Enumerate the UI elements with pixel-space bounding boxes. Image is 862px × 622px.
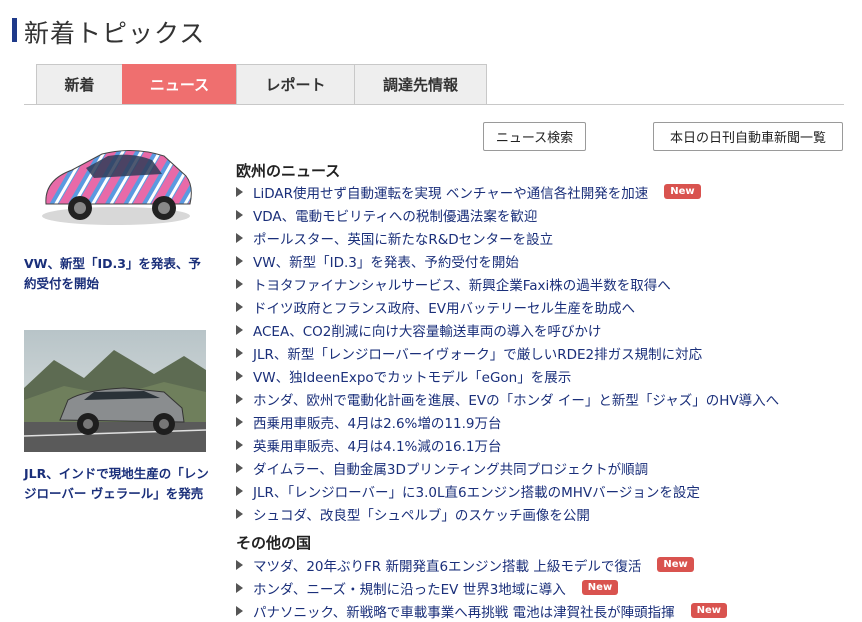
news-link[interactable]: シュコダ、改良型「シュペルブ」のスケッチ画像を公開 <box>253 504 590 524</box>
news-item[interactable]: ホンダ、ニーズ・規制に沿ったEV 世界3地域に導入 New <box>236 576 727 599</box>
bullet-arrow-icon <box>236 324 243 335</box>
bullet-arrow-icon <box>236 439 243 450</box>
news-link[interactable]: 英乗用車販売、4月は4.1%減の16.1万台 <box>253 435 501 455</box>
bullet-arrow-icon <box>236 347 243 358</box>
feature-image-id3[interactable] <box>24 120 206 242</box>
bullet-arrow-icon <box>236 209 243 220</box>
title-accent-bar <box>12 18 17 42</box>
bullet-arrow-icon <box>236 370 243 381</box>
tab-supplier-info[interactable]: 調達先情報 <box>354 64 487 104</box>
bullet-arrow-icon <box>236 485 243 496</box>
news-link[interactable]: ホンダ、ニーズ・規制に沿ったEV 世界3地域に導入 <box>253 578 566 598</box>
news-item[interactable]: パナソニック、新戦略で車載事業へ再挑戦 電池は津賀社長が陣頭指揮 New <box>236 599 727 622</box>
new-badge: New <box>657 557 694 572</box>
feature-caption-1[interactable]: VW、新型「ID.3」を発表、予約受付を開始 <box>24 254 210 294</box>
news-item[interactable]: VDA、電動モビリティへの税制優遇法案を歓迎 <box>236 203 779 226</box>
news-list-europe: LiDAR使用せず自動運転を実現 ベンチャーや通信各社開発を加速 New VDA、… <box>236 180 779 525</box>
section-heading-other: その他の国 <box>236 534 312 552</box>
news-item[interactable]: 西乗用車販売、4月は2.6%増の11.9万台 <box>236 410 779 433</box>
news-item[interactable]: ポールスター、英国に新たなR&Dセンターを設立 <box>236 226 779 249</box>
news-link[interactable]: VW、新型「ID.3」を発表、予約受付を開始 <box>253 251 519 271</box>
new-badge: New <box>581 580 619 595</box>
bullet-arrow-icon <box>236 462 243 473</box>
new-badge: New <box>690 603 727 618</box>
new-badge: New <box>664 184 701 199</box>
news-link[interactable]: トヨタファイナンシャルサービス、新興企業Faxi株の過半数を取得へ <box>253 274 671 294</box>
news-item[interactable]: 英乗用車販売、4月は4.1%減の16.1万台 <box>236 433 779 456</box>
news-link[interactable]: VDA、電動モビリティへの税制優遇法案を歓迎 <box>253 205 537 225</box>
page-title: 新着トピックス <box>24 19 206 48</box>
section-heading-europe: 欧州のニュース <box>236 162 341 180</box>
bullet-arrow-icon <box>236 508 243 519</box>
tab-divider <box>24 104 844 105</box>
feature-card-1[interactable]: VW、新型「ID.3」を発表、予約受付を開始 <box>24 120 210 294</box>
news-link[interactable]: JLR、「レンジローバー」に3.0L直6エンジン搭載のMHVバージョンを設定 <box>253 481 700 501</box>
bullet-arrow-icon <box>236 605 243 616</box>
news-link[interactable]: ダイムラー、自動金属3Dプリンティング共同プロジェクトが順調 <box>253 458 648 478</box>
feature-card-2[interactable]: JLR、インドで現地生産の「レンジローバー ヴェラール」を発売 <box>24 330 210 504</box>
daily-newspaper-list-button[interactable]: 本日の日刊自動車新聞一覧 <box>653 122 843 151</box>
news-link[interactable]: LiDAR使用せず自動運転を実現 ベンチャーや通信各社開発を加速 <box>253 182 648 202</box>
news-link[interactable]: 西乗用車販売、4月は2.6%増の11.9万台 <box>253 412 501 432</box>
bullet-arrow-icon <box>236 559 243 570</box>
news-link[interactable]: ドイツ政府とフランス政府、EV用バッテリーセル生産を助成へ <box>253 297 635 317</box>
tab-reports[interactable]: レポート <box>236 64 354 104</box>
news-item[interactable]: マツダ、20年ぶりFR 新開発直6エンジン搭載 上級モデルで復活 New <box>236 553 727 576</box>
news-item[interactable]: トヨタファイナンシャルサービス、新興企業Faxi株の過半数を取得へ <box>236 272 779 295</box>
tab-latest[interactable]: 新着 <box>36 64 122 104</box>
news-item[interactable]: ACEA、CO2削減に向け大容量輸送車両の導入を呼びかけ <box>236 318 779 341</box>
page: 新着トピックス 新着 ニュース レポート 調達先情報 VW、新型「ID.3」を発… <box>0 0 862 622</box>
news-link[interactable]: マツダ、20年ぶりFR 新開発直6エンジン搭載 上級モデルで復活 <box>253 555 641 575</box>
news-link[interactable]: ポールスター、英国に新たなR&Dセンターを設立 <box>253 228 553 248</box>
feature-image-velar[interactable] <box>24 330 206 452</box>
bullet-arrow-icon <box>236 301 243 312</box>
news-item[interactable]: VW、独IdeenExpoでカットモデル「eGon」を展示 <box>236 364 779 387</box>
news-link[interactable]: JLR、新型「レンジローバーイヴォーク」で厳しいRDE2排ガス規制に対応 <box>253 343 702 363</box>
bullet-arrow-icon <box>236 393 243 404</box>
bullet-arrow-icon <box>236 416 243 427</box>
bullet-arrow-icon <box>236 278 243 289</box>
bullet-arrow-icon <box>236 186 243 197</box>
news-item[interactable]: ドイツ政府とフランス政府、EV用バッテリーセル生産を助成へ <box>236 295 779 318</box>
news-item[interactable]: VW、新型「ID.3」を発表、予約受付を開始 <box>236 249 779 272</box>
tab-bar: 新着 ニュース レポート 調達先情報 <box>36 64 487 104</box>
news-item[interactable]: ダイムラー、自動金属3Dプリンティング共同プロジェクトが順調 <box>236 456 779 479</box>
news-link[interactable]: パナソニック、新戦略で車載事業へ再挑戦 電池は津賀社長が陣頭指揮 <box>253 601 675 621</box>
news-item[interactable]: LiDAR使用せず自動運転を実現 ベンチャーや通信各社開発を加速 New <box>236 180 779 203</box>
tab-news[interactable]: ニュース <box>122 64 236 104</box>
news-link[interactable]: VW、独IdeenExpoでカットモデル「eGon」を展示 <box>253 366 571 386</box>
news-list-other: マツダ、20年ぶりFR 新開発直6エンジン搭載 上級モデルで復活 New ホンダ、… <box>236 553 727 622</box>
news-item[interactable]: シュコダ、改良型「シュペルブ」のスケッチ画像を公開 <box>236 502 779 525</box>
news-item[interactable]: JLR、新型「レンジローバーイヴォーク」で厳しいRDE2排ガス規制に対応 <box>236 341 779 364</box>
bullet-arrow-icon <box>236 255 243 266</box>
news-link[interactable]: ACEA、CO2削減に向け大容量輸送車両の導入を呼びかけ <box>253 320 601 340</box>
news-item[interactable]: JLR、「レンジローバー」に3.0L直6エンジン搭載のMHVバージョンを設定 <box>236 479 779 502</box>
news-search-button[interactable]: ニュース検索 <box>483 122 586 151</box>
feature-caption-2[interactable]: JLR、インドで現地生産の「レンジローバー ヴェラール」を発売 <box>24 464 210 504</box>
news-item[interactable]: ホンダ、欧州で電動化計画を進展、EVの「ホンダ イー」と新型「ジャズ」のHV導入… <box>236 387 779 410</box>
bullet-arrow-icon <box>236 232 243 243</box>
news-link[interactable]: ホンダ、欧州で電動化計画を進展、EVの「ホンダ イー」と新型「ジャズ」のHV導入… <box>253 389 779 409</box>
bullet-arrow-icon <box>236 582 243 593</box>
